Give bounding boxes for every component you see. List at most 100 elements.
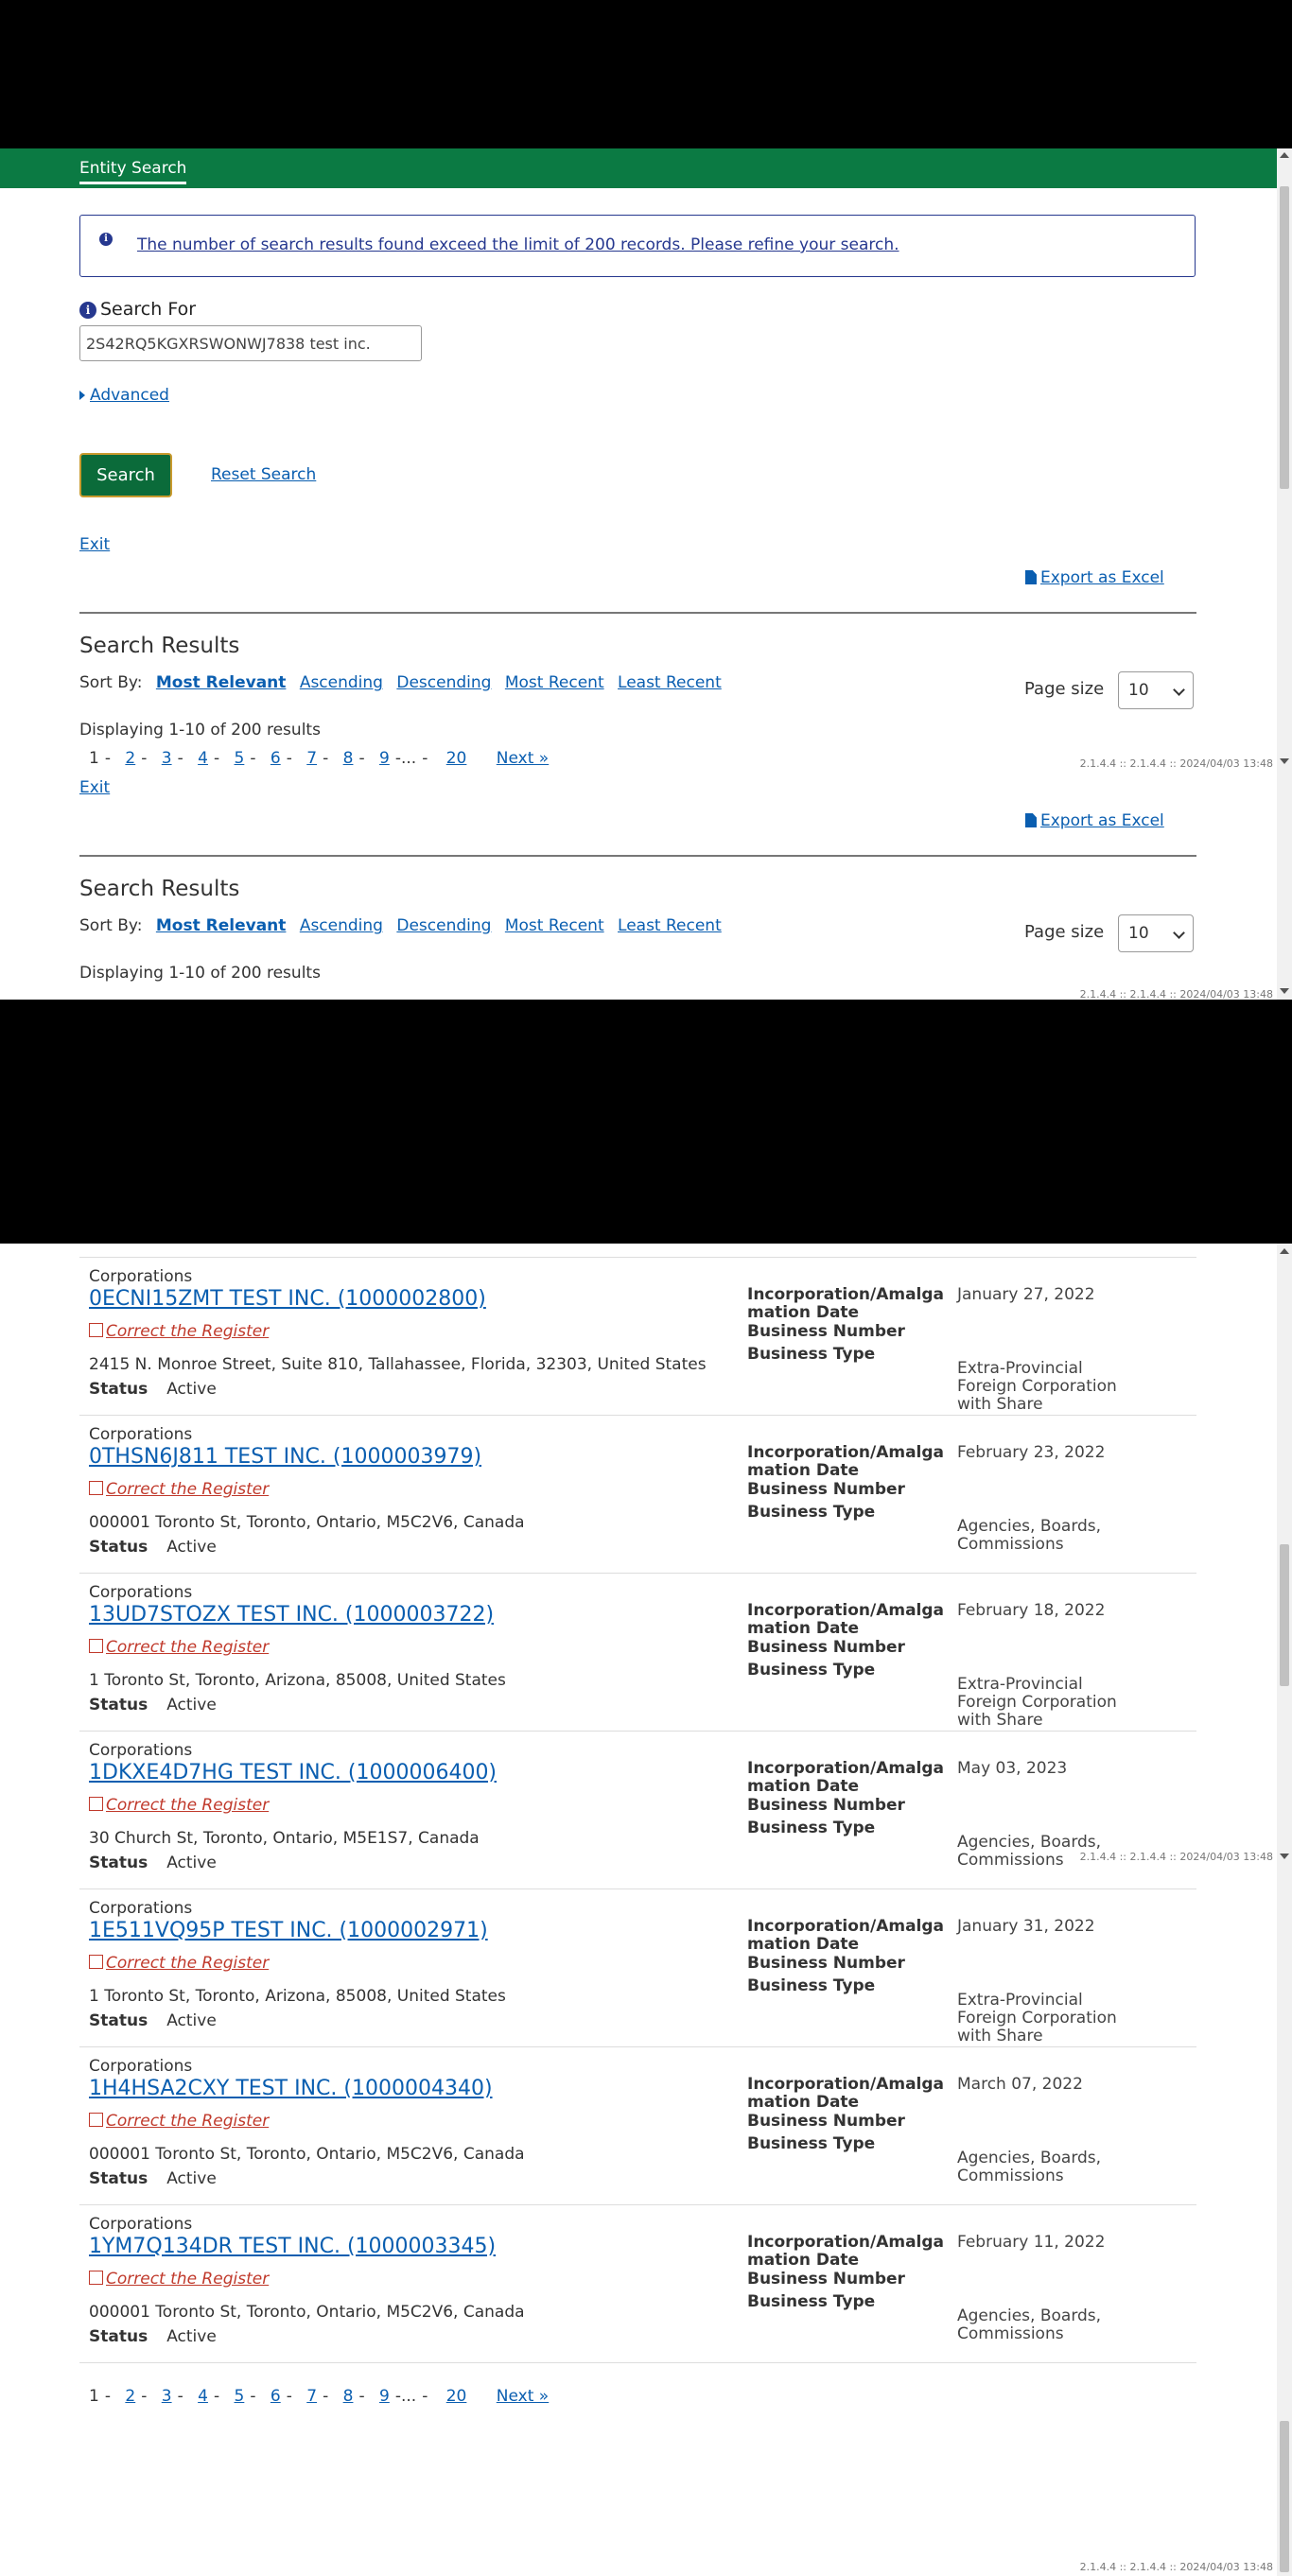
entity-status: Status Active [89, 1854, 217, 1872]
search-button[interactable]: Search [79, 453, 172, 497]
header-bar: Entity Search [0, 148, 1277, 188]
entity-name-link[interactable]: 0THSN6J811 TEST INC. (1000003979) [89, 1445, 481, 1469]
entity-status: Status Active [89, 2327, 217, 2346]
business-number-label: Business Number [747, 1480, 905, 1499]
edit-icon [89, 2271, 103, 2285]
correct-register-link[interactable]: Correct the Register [89, 1638, 269, 1657]
correct-register-link[interactable]: Correct the Register [89, 1796, 269, 1815]
results-title: Search Results [79, 634, 240, 658]
file-icon [1025, 570, 1037, 584]
scrollbar-thumb[interactable] [1280, 1544, 1289, 1686]
search-input[interactable] [79, 325, 422, 361]
scroll-down-icon[interactable] [1280, 1854, 1289, 1859]
sort-ascending[interactable]: Ascending [300, 916, 383, 935]
caret-right-icon [79, 391, 85, 400]
entity-category: Corporations [89, 1899, 193, 1918]
inc-date-label: Incorporation/Amalga mation Date [747, 2075, 945, 2112]
entity-category: Corporations [89, 1267, 193, 1286]
entity-name-link[interactable]: 13UD7STOZX TEST INC. (1000003722) [89, 1603, 494, 1627]
divider [79, 855, 1196, 857]
page-size-label: Page size [1024, 679, 1105, 699]
scrollbar-top[interactable] [1277, 148, 1292, 1000]
entity-address: 000001 Toronto St, Toronto, Ontario, M5C… [89, 2303, 525, 2322]
sort-most-relevant[interactable]: Most Relevant [156, 673, 287, 692]
business-type-label: Business Type [747, 1976, 876, 1995]
sort-most-recent[interactable]: Most Recent [505, 673, 604, 692]
entity-name-link[interactable]: 1DKXE4D7HG TEST INC. (1000006400) [89, 1761, 497, 1784]
entity-address: 1 Toronto St, Toronto, Arizona, 85008, U… [89, 1987, 506, 2006]
displaying-count: Displaying 1-10 of 200 results [79, 721, 321, 740]
entity-category: Corporations [89, 1425, 193, 1444]
entity-name-link[interactable]: 1YM7Q134DR TEST INC. (1000003345) [89, 2235, 496, 2258]
sort-ascending[interactable]: Ascending [300, 673, 383, 692]
result-row: Corporations 1YM7Q134DR TEST INC. (100000… [79, 2205, 1196, 2363]
inc-date-label: Incorporation/Amalga mation Date [747, 1759, 945, 1796]
scroll-up-icon[interactable] [1280, 152, 1289, 158]
version-text: 2.1.4.4 :: 2.1.4.4 :: 2024/04/03 13:48 [1079, 757, 1273, 770]
version-text: 2.1.4.4 :: 2.1.4.4 :: 2024/04/03 13:48 [1079, 2561, 1273, 2573]
entity-status: Status Active [89, 1538, 217, 1557]
scroll-down-icon[interactable] [1280, 758, 1289, 764]
business-type-label: Business Type [747, 1503, 876, 1522]
sort-most-recent[interactable]: Most Recent [505, 916, 604, 935]
entity-name-link[interactable]: 1H4HSA2CXY TEST INC. (1000004340) [89, 2077, 493, 2100]
business-type-label: Business Type [747, 1661, 876, 1680]
reset-search-link[interactable]: Reset Search [211, 465, 316, 484]
edit-icon [89, 1481, 103, 1495]
export-excel-link[interactable]: Export as Excel [1025, 568, 1164, 587]
sort-descending[interactable]: Descending [396, 673, 491, 692]
scrollbar-bottom[interactable] [1277, 1244, 1292, 2576]
inc-date-value: May 03, 2023 [957, 1759, 1068, 1778]
correct-register-link[interactable]: Correct the Register [89, 1954, 269, 1973]
edit-icon [89, 1955, 103, 1969]
tab-entity-search[interactable]: Entity Search [79, 159, 187, 184]
pagination: 1- 2- 3- 4- 5- 6- 7- 8- 9 -... - 20 Next » [89, 749, 550, 768]
entity-name-link[interactable]: 0ECNI15ZMT TEST INC. (1000002800) [89, 1287, 486, 1311]
entity-name-link[interactable]: 1E511VQ95P TEST INC. (1000002971) [89, 1919, 488, 1942]
exit-link[interactable]: Exit [79, 778, 110, 797]
result-row: Corporations 1E511VQ95P TEST INC. (100000… [79, 1889, 1196, 2047]
business-type-label: Business Type [747, 1819, 876, 1837]
page-size-select[interactable]: 10 [1118, 671, 1194, 709]
chevron-down-icon [1173, 684, 1185, 696]
exit-link[interactable]: Exit [79, 535, 110, 554]
sort-most-relevant[interactable]: Most Relevant [156, 916, 287, 935]
correct-register-link[interactable]: Correct the Register [89, 1480, 269, 1499]
business-number-label: Business Number [747, 2270, 905, 2289]
inc-date-value: February 18, 2022 [957, 1601, 1106, 1620]
scroll-down-icon[interactable] [1280, 988, 1289, 994]
entity-status: Status Active [89, 1696, 217, 1714]
scrollbar-thumb[interactable] [1280, 2421, 1289, 2572]
page-size-select[interactable]: 10 [1118, 914, 1194, 952]
version-text: 2.1.4.4 :: 2.1.4.4 :: 2024/04/03 13:48 [1079, 1851, 1273, 1863]
business-type-label: Business Type [747, 2292, 876, 2311]
export-excel-link[interactable]: Export as Excel [1025, 811, 1164, 830]
result-row: Corporations 0ECNI15ZMT TEST INC. (100000… [79, 1258, 1196, 1416]
advanced-toggle[interactable]: Advanced [79, 386, 169, 405]
result-row: Corporations 1H4HSA2CXY TEST INC. (100000… [79, 2047, 1196, 2205]
business-type-value: Extra-Provincial Foreign Corporation wit… [957, 1359, 1117, 1414]
result-row: Corporations 0THSN6J811 TEST INC. (100000… [79, 1416, 1196, 1574]
inc-date-value: March 07, 2022 [957, 2075, 1083, 2094]
edit-icon [89, 1323, 103, 1337]
alert-message[interactable]: The number of search results found excee… [137, 235, 899, 254]
sort-by: Sort By: Most Relevant Ascending Descend… [79, 916, 722, 935]
edit-icon [89, 1639, 103, 1653]
inc-date-label: Incorporation/Amalga mation Date [747, 2233, 945, 2270]
business-type-label: Business Type [747, 2134, 876, 2153]
scroll-up-icon[interactable] [1280, 1248, 1289, 1254]
correct-register-link[interactable]: Correct the Register [89, 2270, 269, 2289]
sort-least-recent[interactable]: Least Recent [618, 673, 722, 692]
info-icon[interactable]: i [79, 302, 96, 319]
entity-category: Corporations [89, 2057, 193, 2076]
scrollbar-thumb[interactable] [1280, 186, 1289, 489]
correct-register-link[interactable]: Correct the Register [89, 2112, 269, 2131]
edit-icon [89, 2113, 103, 2127]
inc-date-label: Incorporation/Amalga mation Date [747, 1917, 945, 1954]
inc-date-value: January 27, 2022 [957, 1285, 1095, 1304]
sort-least-recent[interactable]: Least Recent [618, 916, 722, 935]
sort-descending[interactable]: Descending [396, 916, 491, 935]
inc-date-value: February 11, 2022 [957, 2233, 1106, 2252]
correct-register-link[interactable]: Correct the Register [89, 1322, 269, 1341]
inc-date-label: Incorporation/Amalga mation Date [747, 1601, 945, 1638]
